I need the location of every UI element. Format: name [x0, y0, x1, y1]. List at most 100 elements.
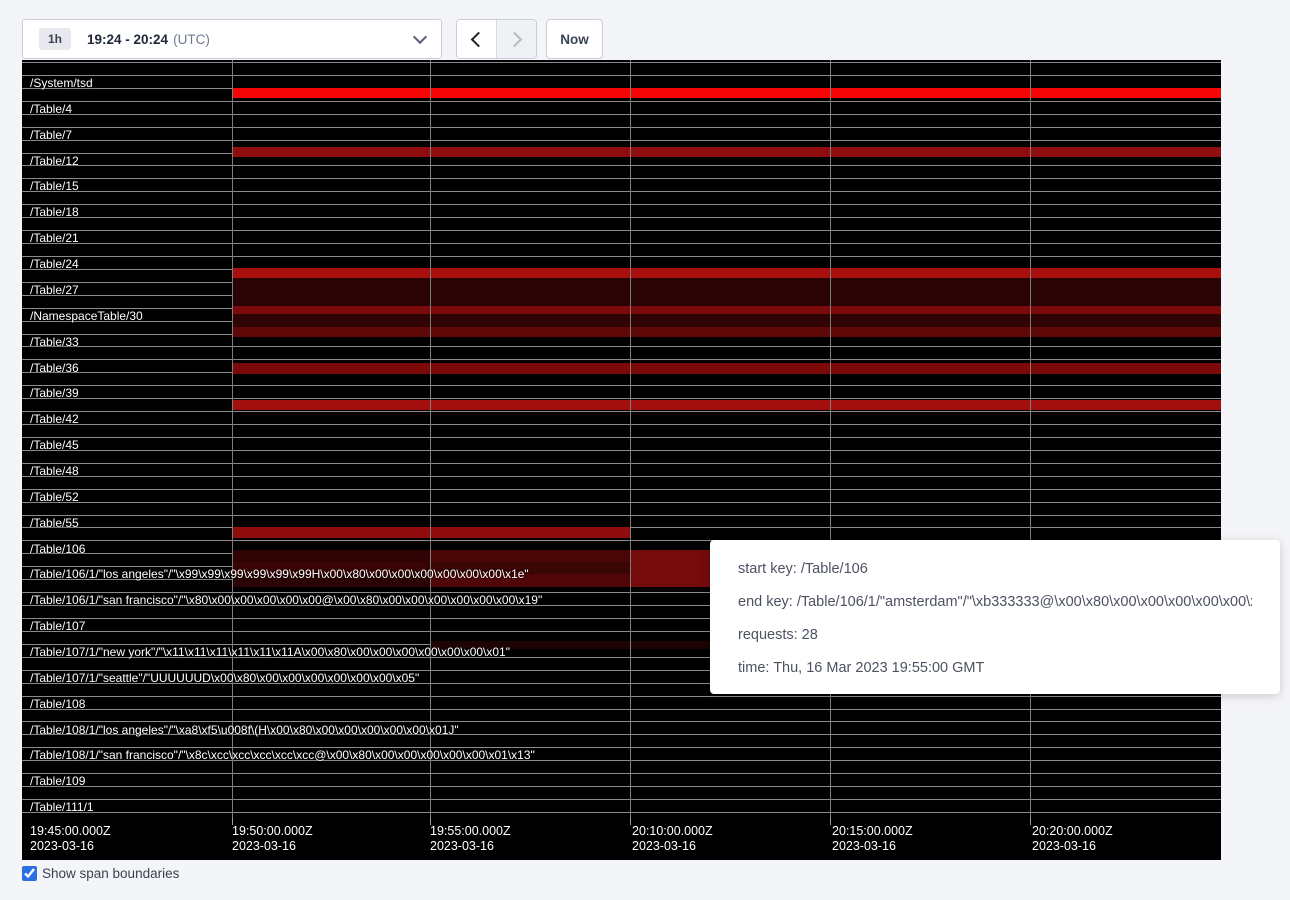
span-boundary-line — [22, 256, 1221, 257]
heat-band — [232, 327, 1221, 337]
span-boundary-line — [22, 178, 1221, 179]
span-boundary-line — [22, 140, 1221, 141]
time-tick — [1030, 818, 1031, 825]
span-key-label: /Table/36 — [30, 361, 79, 375]
show-span-boundaries-label: Show span boundaries — [42, 866, 179, 881]
time-range-selector[interactable]: 1h 19:24 - 20:24 (UTC) — [22, 19, 442, 59]
span-boundary-line — [22, 346, 1221, 347]
time-nav-group — [456, 19, 537, 59]
next-range-button[interactable] — [497, 20, 536, 58]
heat-band — [232, 278, 1221, 306]
time-tick — [830, 818, 831, 825]
heat-band — [232, 363, 1221, 374]
time-gridline — [1030, 60, 1031, 820]
time-axis-label: 20:15:00.000Z2023-03-16 — [832, 824, 913, 854]
tooltip-end-key: end key: /Table/106/1/"amsterdam"/"\xb33… — [738, 586, 1252, 619]
now-button[interactable]: Now — [546, 19, 603, 59]
span-boundary-line — [22, 696, 1221, 697]
span-boundary-line — [22, 191, 1221, 192]
heat-band — [232, 314, 1221, 327]
heat-band — [232, 527, 630, 538]
key-visualizer-canvas[interactable]: /System/tsd/Table/4/Table/7/Table/12/Tab… — [22, 60, 1221, 860]
time-axis-label: 19:50:00.000Z2023-03-16 — [232, 824, 313, 854]
time-axis-label: 20:20:00.000Z2023-03-16 — [1032, 824, 1113, 854]
span-boundary-line — [22, 424, 1221, 425]
span-boundary-line — [22, 75, 1221, 76]
time-axis-label: 20:10:00.000Z2023-03-16 — [632, 824, 713, 854]
time-axis-label: 19:45:00.000Z2023-03-16 — [30, 824, 111, 854]
time-gridline — [430, 60, 431, 820]
span-key-label: /Table/108 — [30, 697, 85, 711]
span-boundary-line — [22, 230, 1221, 231]
key-visualizer-page: 1h 19:24 - 20:24 (UTC) Now /System/tsd/T… — [0, 0, 1290, 900]
span-boundary-line — [22, 217, 1221, 218]
span-boundary-line — [22, 243, 1221, 244]
heat-band — [232, 147, 1221, 157]
heat-band — [232, 268, 1221, 278]
span-key-label: /Table/42 — [30, 412, 79, 426]
span-key-label: /Table/107/1/"new york"/"\x11\x11\x11\x1… — [30, 645, 510, 659]
span-key-label: /Table/7 — [30, 128, 72, 142]
span-boundary-line — [22, 204, 1221, 205]
time-gridline — [630, 60, 631, 820]
show-span-boundaries-checkbox[interactable] — [22, 866, 37, 881]
span-boundary-line — [22, 411, 1221, 412]
span-key-label: /Table/108/1/"los angeles"/"\xa8\xf5\u00… — [30, 723, 459, 737]
span-boundary-line — [22, 709, 1221, 710]
span-key-label: /Table/39 — [30, 386, 79, 400]
span-boundary-line — [22, 786, 1221, 787]
span-key-label: /NamespaceTable/30 — [30, 309, 143, 323]
span-key-label: /Table/33 — [30, 335, 79, 349]
span-key-label: /Table/107 — [30, 619, 85, 633]
span-key-label: /Table/52 — [30, 490, 79, 504]
span-key-label: /Table/106/1/"san francisco"/"\x80\x00\x… — [30, 593, 542, 607]
span-boundary-line — [22, 476, 1221, 477]
span-boundary-line — [22, 437, 1221, 438]
span-key-label: /Table/106 — [30, 542, 85, 556]
prev-range-button[interactable] — [457, 20, 497, 58]
span-key-label: /Table/111/1 — [30, 800, 94, 814]
heat-band — [232, 88, 1221, 98]
show-span-boundaries-row: Show span boundaries — [22, 866, 179, 881]
time-gridline — [232, 60, 233, 820]
span-boundary-line — [22, 385, 1221, 386]
span-key-label: /System/tsd — [30, 76, 93, 90]
span-boundary-line — [22, 127, 1221, 128]
span-boundary-line — [22, 812, 1221, 813]
span-key-label: /Table/106/1/"los angeles"/"\x99\x99\x99… — [30, 567, 529, 581]
range-text: 19:24 - 20:24 — [87, 32, 168, 47]
time-axis-label: 19:55:00.000Z2023-03-16 — [430, 824, 511, 854]
span-boundary-line — [22, 62, 1221, 63]
span-key-label: /Table/24 — [30, 257, 79, 271]
span-tooltip: start key: /Table/106 end key: /Table/10… — [710, 540, 1280, 694]
span-key-label: /Table/18 — [30, 205, 79, 219]
heat-band — [430, 550, 630, 562]
range-duration-chip: 1h — [39, 28, 71, 50]
span-key-label: /Table/12 — [30, 154, 79, 168]
span-boundary-line — [22, 359, 1221, 360]
span-boundary-line — [22, 515, 1221, 516]
time-tick — [630, 818, 631, 825]
span-key-label: /Table/27 — [30, 283, 79, 297]
range-timezone: (UTC) — [173, 32, 210, 47]
span-boundary-line — [22, 101, 1221, 102]
heat-band — [232, 306, 1221, 314]
span-key-label: /Table/45 — [30, 438, 79, 452]
heat-band — [232, 400, 1221, 410]
span-boundary-line — [22, 773, 1221, 774]
span-boundary-line — [22, 450, 1221, 451]
heat-band — [232, 550, 430, 562]
tooltip-start-key: start key: /Table/106 — [738, 553, 1252, 586]
span-key-label: /Table/15 — [30, 179, 79, 193]
chevron-left-icon — [471, 31, 487, 47]
span-boundary-line — [22, 502, 1221, 503]
span-key-label: /Table/108/1/"san francisco"/"\x8c\xcc\x… — [30, 748, 535, 762]
span-key-label: /Table/4 — [30, 102, 72, 116]
span-key-label: /Table/55 — [30, 516, 79, 530]
span-key-label: /Table/21 — [30, 231, 79, 245]
chevron-right-icon — [507, 31, 523, 47]
tooltip-requests: requests: 28 — [738, 619, 1252, 652]
span-boundary-line — [22, 799, 1221, 800]
span-boundary-line — [22, 165, 1221, 166]
span-key-label: /Table/48 — [30, 464, 79, 478]
